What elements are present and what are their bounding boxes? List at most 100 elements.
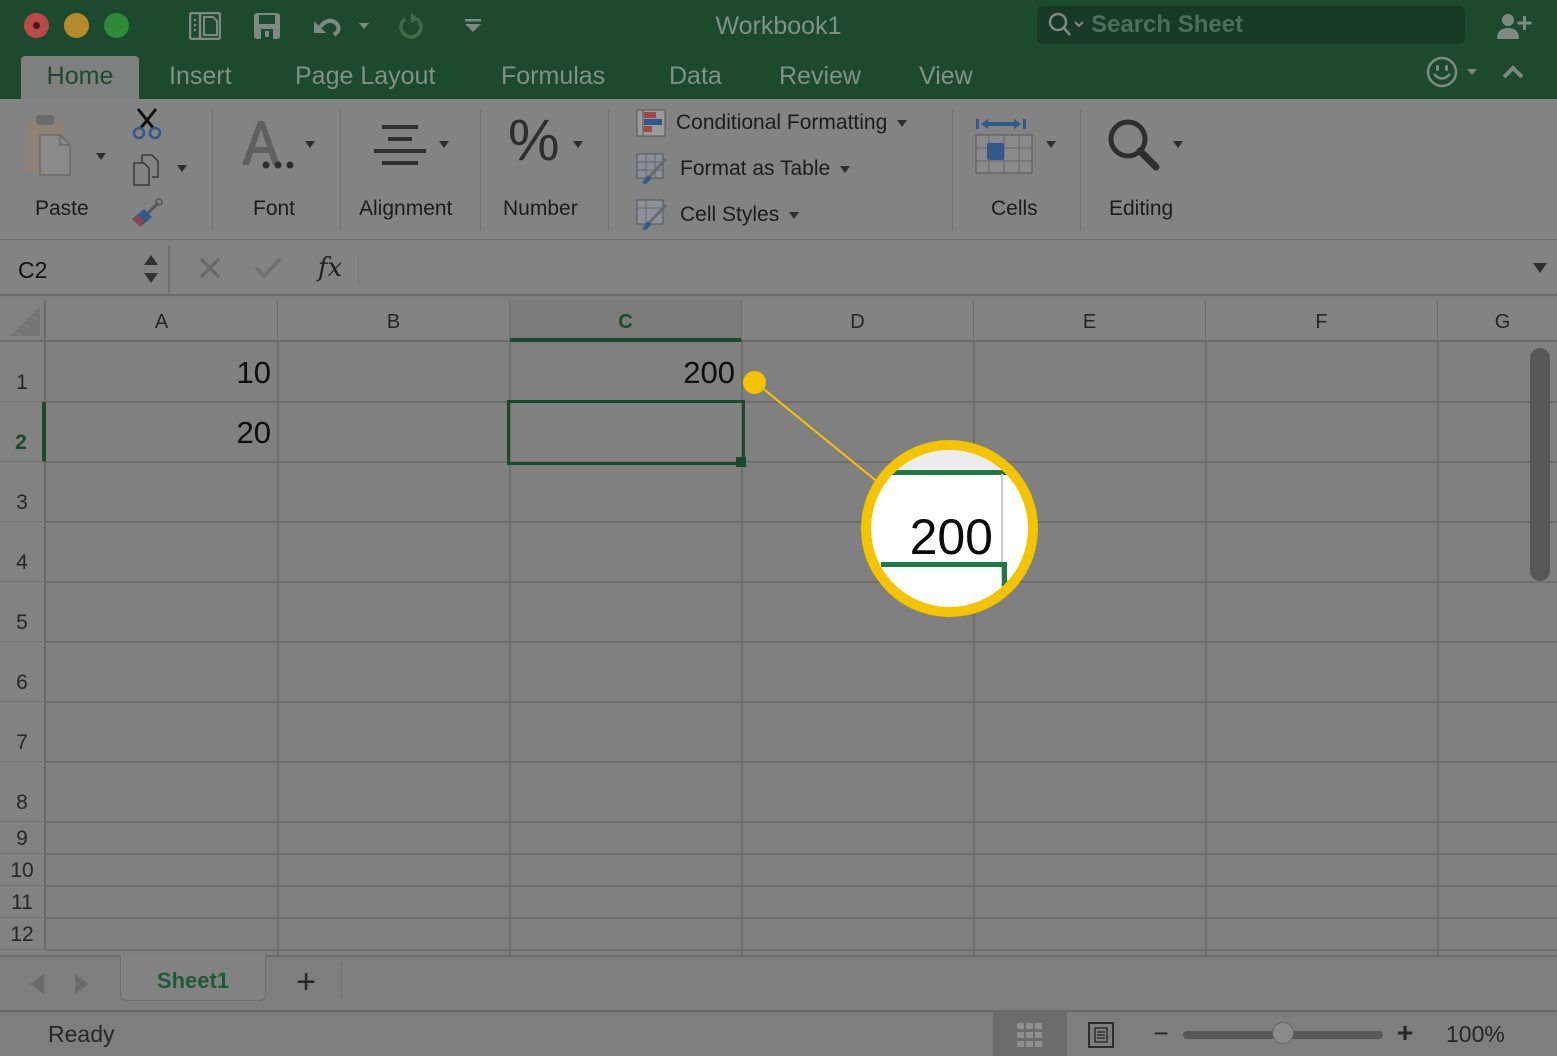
gridline [46,701,1557,703]
redo-icon[interactable] [396,10,426,42]
column-header-f[interactable]: F [1206,300,1438,342]
search-icon [1047,12,1085,38]
cell-a2[interactable]: 20 [48,404,277,461]
column-header-a[interactable]: A [46,300,278,342]
undo-icon[interactable] [310,10,344,42]
row-header-12[interactable]: 12 [0,918,46,950]
tab-home[interactable]: Home [21,56,139,99]
row-header-9[interactable]: 9 [0,822,46,854]
insert-function-button[interactable]: fx [310,249,350,287]
cells-group-button[interactable]: Cells [968,111,1068,221]
customize-toolbar-icon[interactable] [462,10,484,42]
fill-handle[interactable] [736,457,746,467]
search-sheet-field[interactable]: Search Sheet [1037,6,1465,44]
normal-view-button[interactable] [993,1012,1067,1056]
format-painter-button[interactable] [130,197,164,231]
ribbon-separator [340,109,341,231]
gridline [46,917,1557,919]
row-header-8[interactable]: 8 [0,762,46,822]
column-header-d[interactable]: D [742,300,974,342]
sidebar-toggle-icon[interactable] [188,10,222,42]
zoom-slider-thumb[interactable] [1272,1022,1294,1044]
paste-dropdown-icon[interactable] [96,153,106,160]
select-all-button[interactable] [0,300,46,342]
tab-view[interactable]: View [905,56,987,99]
selected-cell-c2[interactable] [507,400,745,465]
worksheet-grid[interactable]: A B C D E F G 1 2 3 4 5 6 7 8 9 10 11 12… [0,300,1557,955]
sheet-tab-sheet1[interactable]: Sheet1 [120,955,266,1001]
copy-dropdown-icon[interactable] [177,165,187,172]
next-sheet-icon[interactable] [75,974,89,994]
vertical-scrollbar[interactable] [1530,348,1550,581]
save-icon[interactable] [252,10,282,42]
gridline [973,342,975,955]
share-add-person-icon[interactable] [1494,10,1534,42]
confirm-entry-button[interactable] [250,249,286,287]
row-header-2[interactable]: 2 [0,402,46,462]
ribbon-home: Paste Font Alignment % Number Conditiona… [0,99,1557,240]
row-header-1[interactable]: 1 [0,342,46,402]
formula-input[interactable] [362,247,1522,289]
gridline [46,761,1557,763]
magnified-cell-view: 200 [871,450,1028,607]
column-header-g[interactable]: G [1438,300,1557,342]
collapse-ribbon-icon[interactable] [1500,56,1526,88]
cut-button[interactable] [130,107,164,141]
column-header-e[interactable]: E [974,300,1206,342]
font-group-button[interactable]: Font [232,111,332,221]
column-header-c[interactable]: C [510,300,742,342]
alignment-label: Alignment [359,197,453,220]
name-box[interactable]: C2 [0,245,170,293]
cell-styles-button[interactable]: Cell Styles [636,198,800,232]
tab-data[interactable]: Data [655,56,736,99]
page-layout-view-button[interactable] [1085,1020,1117,1050]
ribbon-separator [212,109,213,231]
editing-group-button[interactable]: Editing [1100,111,1200,221]
align-center-icon [374,125,426,165]
gridline [46,821,1557,823]
close-window-button[interactable] [24,13,49,38]
expand-formula-bar-icon[interactable] [1532,261,1548,275]
column-header-b[interactable]: B [278,300,510,342]
feedback-smiley-icon[interactable] [1424,56,1460,88]
copy-button[interactable] [130,153,194,187]
row-header-3[interactable]: 3 [0,462,46,522]
row-header-4[interactable]: 4 [0,522,46,582]
format-as-table-label: Format as Table [680,157,831,180]
tab-page-layout[interactable]: Page Layout [281,56,449,99]
ribbon-separator [952,109,953,231]
row-header-7[interactable]: 7 [0,702,46,762]
row-header-11[interactable]: 11 [0,886,46,918]
row-header-6[interactable]: 6 [0,642,46,702]
cell-a1[interactable]: 10 [48,344,277,401]
cell-styles-label: Cell Styles [680,203,780,226]
cancel-entry-button[interactable] [192,249,228,287]
row-header-10[interactable]: 10 [0,854,46,886]
tab-formulas[interactable]: Formulas [487,56,619,99]
add-sheet-button[interactable]: + [286,959,326,1005]
undo-dropdown-icon[interactable] [356,10,372,42]
font-label: Font [253,197,296,220]
alignment-group-button[interactable]: Alignment [356,111,466,221]
cells-label: Cells [991,197,1038,220]
zoom-in-button[interactable]: + [1394,1019,1416,1047]
name-box-stepper-icon[interactable] [142,251,160,287]
zoom-out-button[interactable]: − [1150,1020,1172,1046]
page-layout-icon [1088,1022,1114,1048]
checkmark-icon [254,257,282,279]
cell-styles-icon [636,199,668,230]
minimize-window-button[interactable] [64,13,89,38]
feedback-dropdown-icon[interactable] [1464,56,1480,88]
previous-sheet-icon[interactable] [30,974,44,994]
maximize-window-button[interactable] [104,13,129,38]
tab-insert[interactable]: Insert [155,56,246,99]
conditional-formatting-button[interactable]: Conditional Formatting [636,106,908,140]
gridline [46,521,1557,523]
cell-c1[interactable]: 200 [512,344,741,401]
paste-button[interactable]: Paste [20,111,110,221]
tab-review[interactable]: Review [765,56,875,99]
format-as-table-button[interactable]: Format as Table [636,152,851,186]
number-group-button[interactable]: % Number [498,108,598,221]
ribbon-separator [608,109,609,231]
row-header-5[interactable]: 5 [0,582,46,642]
